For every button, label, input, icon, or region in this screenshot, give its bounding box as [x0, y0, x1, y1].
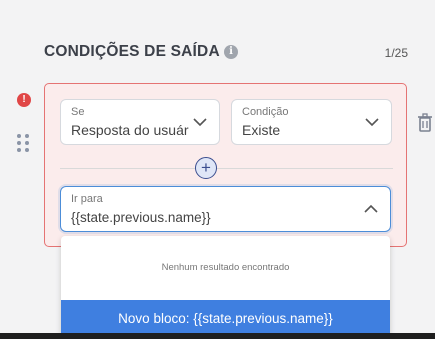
add-condition-button[interactable]: + — [195, 157, 217, 179]
bottom-bar — [0, 333, 435, 339]
info-icon[interactable]: i — [224, 45, 238, 59]
condicao-label: Condição — [242, 106, 289, 118]
chevron-down-icon — [193, 118, 207, 127]
chevron-down-icon — [365, 118, 379, 127]
alert-icon: ! — [17, 93, 31, 107]
se-select[interactable]: Se Resposta do usuári — [60, 99, 220, 145]
se-value: Resposta do usuári — [71, 122, 189, 138]
ir-para-select[interactable]: Ir para {{state.previous.name}} — [60, 186, 391, 232]
drag-handle-icon[interactable] — [17, 134, 29, 152]
ir-para-label: Ir para — [71, 193, 103, 205]
se-label: Se — [71, 106, 85, 118]
condicao-value: Existe — [242, 122, 281, 138]
ir-para-dropdown: Nenhum resultado encontrado Novo bloco: … — [61, 236, 390, 339]
ir-para-value: {{state.previous.name}} — [71, 210, 211, 225]
chevron-up-icon — [364, 204, 378, 213]
no-results-message: Nenhum resultado encontrado — [161, 262, 290, 273]
condition-counter: 1/25 — [384, 46, 408, 60]
condicao-select[interactable]: Condição Existe — [231, 99, 392, 145]
section-title: CONDIÇÕES DE SAÍDA — [44, 43, 220, 60]
divider — [60, 168, 393, 169]
trash-icon[interactable] — [417, 113, 433, 133]
